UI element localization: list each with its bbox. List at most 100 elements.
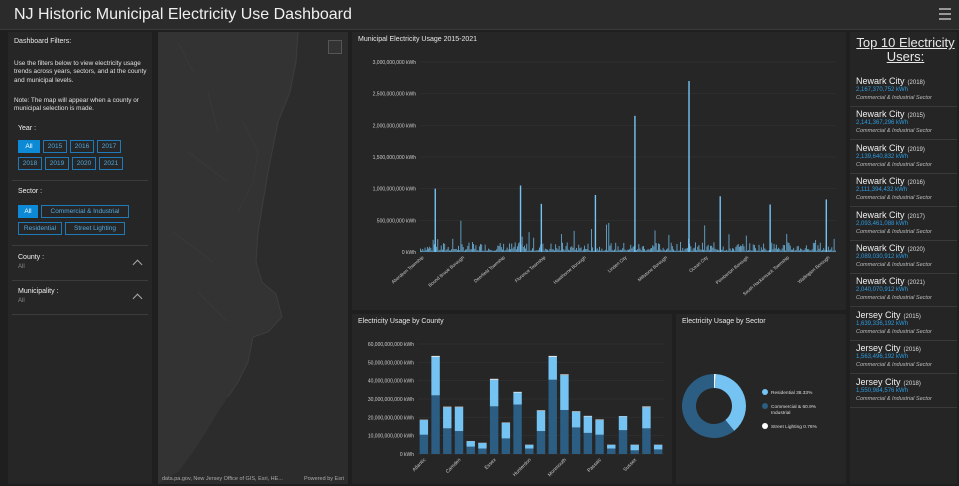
municipality-bar[interactable] (698, 245, 700, 252)
municipality-bar[interactable] (645, 250, 647, 252)
county-bar-segment[interactable] (525, 448, 534, 455)
top-10-item[interactable]: Newark City (2016) 2,111,394,432 kWh Commer… (850, 176, 957, 209)
municipality-bar[interactable] (664, 250, 666, 252)
municipality-bar[interactable] (692, 248, 694, 252)
municipality-bar[interactable] (793, 247, 795, 252)
chevron-up-icon[interactable] (132, 259, 143, 270)
year-button-2019[interactable]: 2019 (45, 157, 69, 170)
municipality-bar[interactable] (548, 250, 550, 252)
municipality-bar[interactable] (743, 246, 745, 252)
municipality-bar[interactable] (675, 250, 677, 252)
county-bar-segment[interactable] (630, 450, 639, 454)
hamburger-menu-icon[interactable] (939, 8, 951, 20)
municipality-bar[interactable] (780, 250, 782, 252)
county-bar-segment[interactable] (513, 392, 522, 405)
year-button-2018[interactable]: 2018 (18, 157, 42, 170)
municipality-bar[interactable] (728, 234, 730, 252)
county-bar-segment[interactable] (560, 374, 569, 376)
sector-button-all[interactable]: All (18, 205, 38, 218)
municipality-bar[interactable] (621, 250, 622, 252)
municipality-bar[interactable] (799, 250, 800, 252)
municipality-bar[interactable] (647, 248, 649, 252)
municipality-bar[interactable] (815, 240, 817, 252)
municipality-bar[interactable] (565, 246, 567, 252)
municipality-bar[interactable] (588, 250, 590, 252)
municipality-bar[interactable] (762, 249, 763, 252)
sector-button-commercial-industrial[interactable]: Commercial & Industrial (41, 205, 129, 218)
municipality-bar[interactable] (452, 238, 454, 252)
municipality-bar[interactable] (547, 249, 548, 252)
county-bar-segment[interactable] (454, 431, 464, 454)
municipality-bar[interactable] (618, 250, 620, 252)
municipality-bar[interactable] (536, 250, 538, 252)
municipality-bar[interactable] (569, 250, 570, 252)
municipality-bar[interactable] (701, 242, 703, 252)
municipality-bar[interactable] (422, 248, 424, 252)
municipality-bar[interactable] (752, 244, 754, 252)
municipality-bar[interactable] (579, 248, 581, 252)
municipality-bar[interactable] (771, 242, 773, 252)
municipality-bar[interactable] (460, 220, 462, 252)
county-bar-segment[interactable] (454, 407, 464, 432)
municipality-bar[interactable] (655, 243, 657, 252)
municipality-bar[interactable] (718, 250, 719, 252)
county-bar-segment[interactable] (642, 407, 651, 429)
municipality-bar[interactable] (570, 247, 572, 252)
municipality-bar[interactable] (544, 248, 546, 252)
municipality-bar[interactable] (591, 229, 592, 252)
municipality-bar[interactable] (478, 246, 480, 252)
municipality-bar[interactable] (474, 248, 476, 252)
municipality-bar[interactable] (660, 249, 662, 252)
municipality-peak-bar[interactable] (519, 185, 522, 253)
municipality-bar[interactable] (758, 244, 760, 252)
municipality-bar[interactable] (631, 248, 633, 252)
county-bar-segment[interactable] (642, 406, 651, 408)
municipality-bar[interactable] (705, 250, 707, 252)
municipality-bar[interactable] (708, 249, 710, 252)
municipality-bar[interactable] (632, 246, 634, 252)
municipality-bar[interactable] (807, 249, 808, 252)
municipality-bar[interactable] (686, 247, 688, 252)
municipality-bar[interactable] (567, 249, 569, 252)
county-bar-segment[interactable] (583, 416, 593, 433)
municipality-bar[interactable] (603, 250, 605, 252)
municipality-bar[interactable] (663, 249, 665, 252)
municipality-bar[interactable] (448, 250, 450, 252)
municipality-bar[interactable] (755, 248, 756, 252)
municipality-bar[interactable] (666, 249, 667, 252)
municipality-bar[interactable] (700, 249, 702, 252)
county-bar-segment[interactable] (489, 379, 499, 407)
municipality-bar[interactable] (820, 250, 822, 252)
municipality-bar[interactable] (729, 248, 731, 252)
municipality-bar[interactable] (747, 250, 748, 252)
municipality-bar[interactable] (432, 239, 434, 252)
municipality-bar[interactable] (429, 246, 431, 252)
municipality-bar[interactable] (683, 250, 685, 252)
municipality-bar[interactable] (684, 248, 686, 252)
municipality-bar[interactable] (589, 250, 591, 252)
municipality-bar[interactable] (522, 246, 524, 252)
municipality-bar[interactable] (574, 249, 576, 252)
municipality-bar[interactable] (481, 244, 483, 252)
municipality-bar[interactable] (463, 250, 465, 252)
municipality-bar[interactable] (696, 250, 698, 252)
municipality-bar[interactable] (738, 246, 740, 252)
municipality-bar[interactable] (462, 247, 464, 252)
municipality-bar[interactable] (606, 224, 607, 252)
municipality-peak-bar[interactable] (769, 204, 771, 253)
municipality-bar[interactable] (772, 249, 774, 252)
county-bar-segment[interactable] (489, 378, 499, 380)
county-bar-segment[interactable] (560, 375, 569, 410)
municipality-bar[interactable] (824, 250, 826, 252)
municipality-bar[interactable] (557, 249, 559, 252)
municipality-bar[interactable] (447, 246, 449, 252)
municipality-bar[interactable] (498, 245, 500, 252)
municipality-bar[interactable] (711, 245, 713, 252)
municipality-bar[interactable] (543, 250, 545, 252)
municipality-bar[interactable] (808, 249, 810, 252)
municipality-bar[interactable] (677, 250, 679, 252)
municipality-bar[interactable] (558, 245, 560, 252)
municipality-bar[interactable] (470, 249, 472, 252)
municipality-bar[interactable] (607, 250, 609, 252)
municipality-bar[interactable] (750, 250, 752, 252)
